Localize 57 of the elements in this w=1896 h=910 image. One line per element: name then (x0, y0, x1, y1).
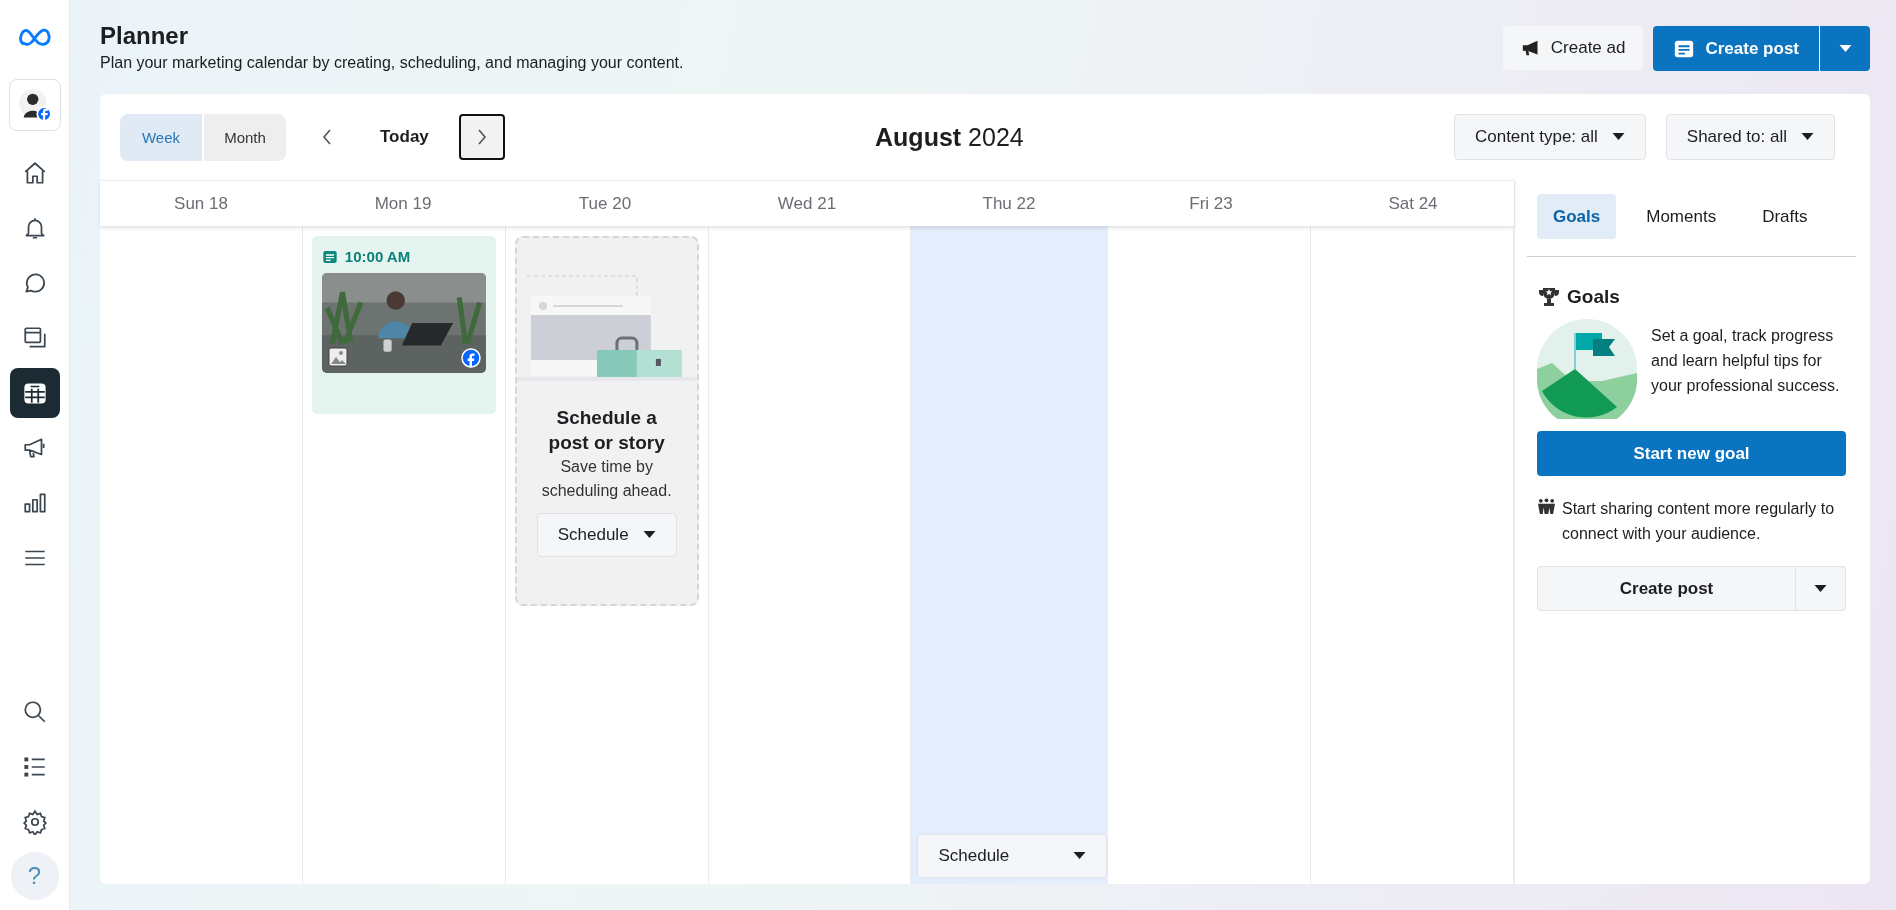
filter-dropdown[interactable]: Shared to: all (1665, 114, 1835, 160)
day-header: Tue 20 (577, 192, 633, 215)
today-button[interactable]: Today (350, 127, 459, 147)
facebook-icon (460, 348, 481, 368)
view-tab[interactable]: Month (204, 113, 286, 161)
gallery-icon (327, 347, 348, 367)
schedule-dropdown[interactable]: Schedule (536, 513, 677, 558)
next-button[interactable] (458, 114, 505, 160)
day-header: Fri 23 (1188, 192, 1234, 215)
day-header: Sat 24 (1387, 192, 1439, 215)
day-header: Sun 18 (173, 192, 229, 215)
caret-icon (1838, 44, 1852, 53)
start-new-goal-button[interactable]: Start new goal (1537, 431, 1846, 476)
panel-tab[interactable]: Moments (1630, 194, 1733, 239)
list-icon (21, 754, 48, 780)
windows-icon (21, 325, 48, 351)
calendar-icon (21, 380, 48, 406)
megaphone-icon (21, 435, 48, 461)
bar-chart-icon (21, 490, 48, 516)
nav-item[interactable] (9, 368, 60, 418)
day-header: Mon 19 (373, 192, 433, 215)
tip-text: Start sharing content more regularly to connect with your audience. (1562, 499, 1836, 544)
settings-icon (21, 809, 48, 835)
post-icon (321, 248, 338, 265)
prompt-title: Schedule a post or story (547, 406, 666, 455)
infinity-logo-icon (17, 26, 52, 48)
panel-tab[interactable]: Drafts (1746, 194, 1824, 239)
create-post-button[interactable]: Create post (1653, 26, 1820, 71)
month-title: August 2024 (875, 122, 1024, 152)
caret-icon (1814, 584, 1827, 593)
filter-dropdown[interactable]: Content type: all (1453, 114, 1646, 160)
caret-icon (1073, 852, 1087, 860)
trophy-icon (1537, 285, 1561, 309)
goals-description: Set a goal, track progress and learn helpful tips for your professional success. (1651, 326, 1841, 396)
day-header: Wed 21 (776, 192, 838, 215)
view-tab[interactable]: Week (120, 113, 202, 161)
chevron-left-icon (322, 129, 332, 145)
page-title: Planner (100, 22, 190, 50)
post-card[interactable]: 10:00 AM (311, 236, 496, 414)
avatar-icon (17, 88, 52, 122)
post-time: 10:00 AM (344, 248, 411, 265)
create-post-button[interactable]: Create post (1537, 566, 1796, 611)
prompt-text: Save time by scheduling ahead. (540, 457, 673, 502)
schedule-dropdown[interactable]: Schedule (917, 834, 1108, 878)
panel-tab[interactable]: Goals (1537, 194, 1617, 239)
profile-button[interactable] (8, 79, 61, 131)
page-subtitle: Plan your marketing calendar by creating, scheduling, and managing your content. (100, 54, 684, 72)
chevron-right-icon (476, 129, 487, 145)
dropdown-button[interactable] (1820, 26, 1870, 71)
people-icon (1537, 498, 1556, 515)
caret-icon (1801, 133, 1814, 141)
caret-icon (1611, 133, 1625, 141)
goals-heading: Goals (1567, 286, 1620, 308)
caret-icon (642, 531, 656, 540)
day-header: Thu 22 (981, 192, 1037, 215)
create-ad-button[interactable]: Create ad (1502, 26, 1644, 70)
search-icon (21, 699, 48, 725)
